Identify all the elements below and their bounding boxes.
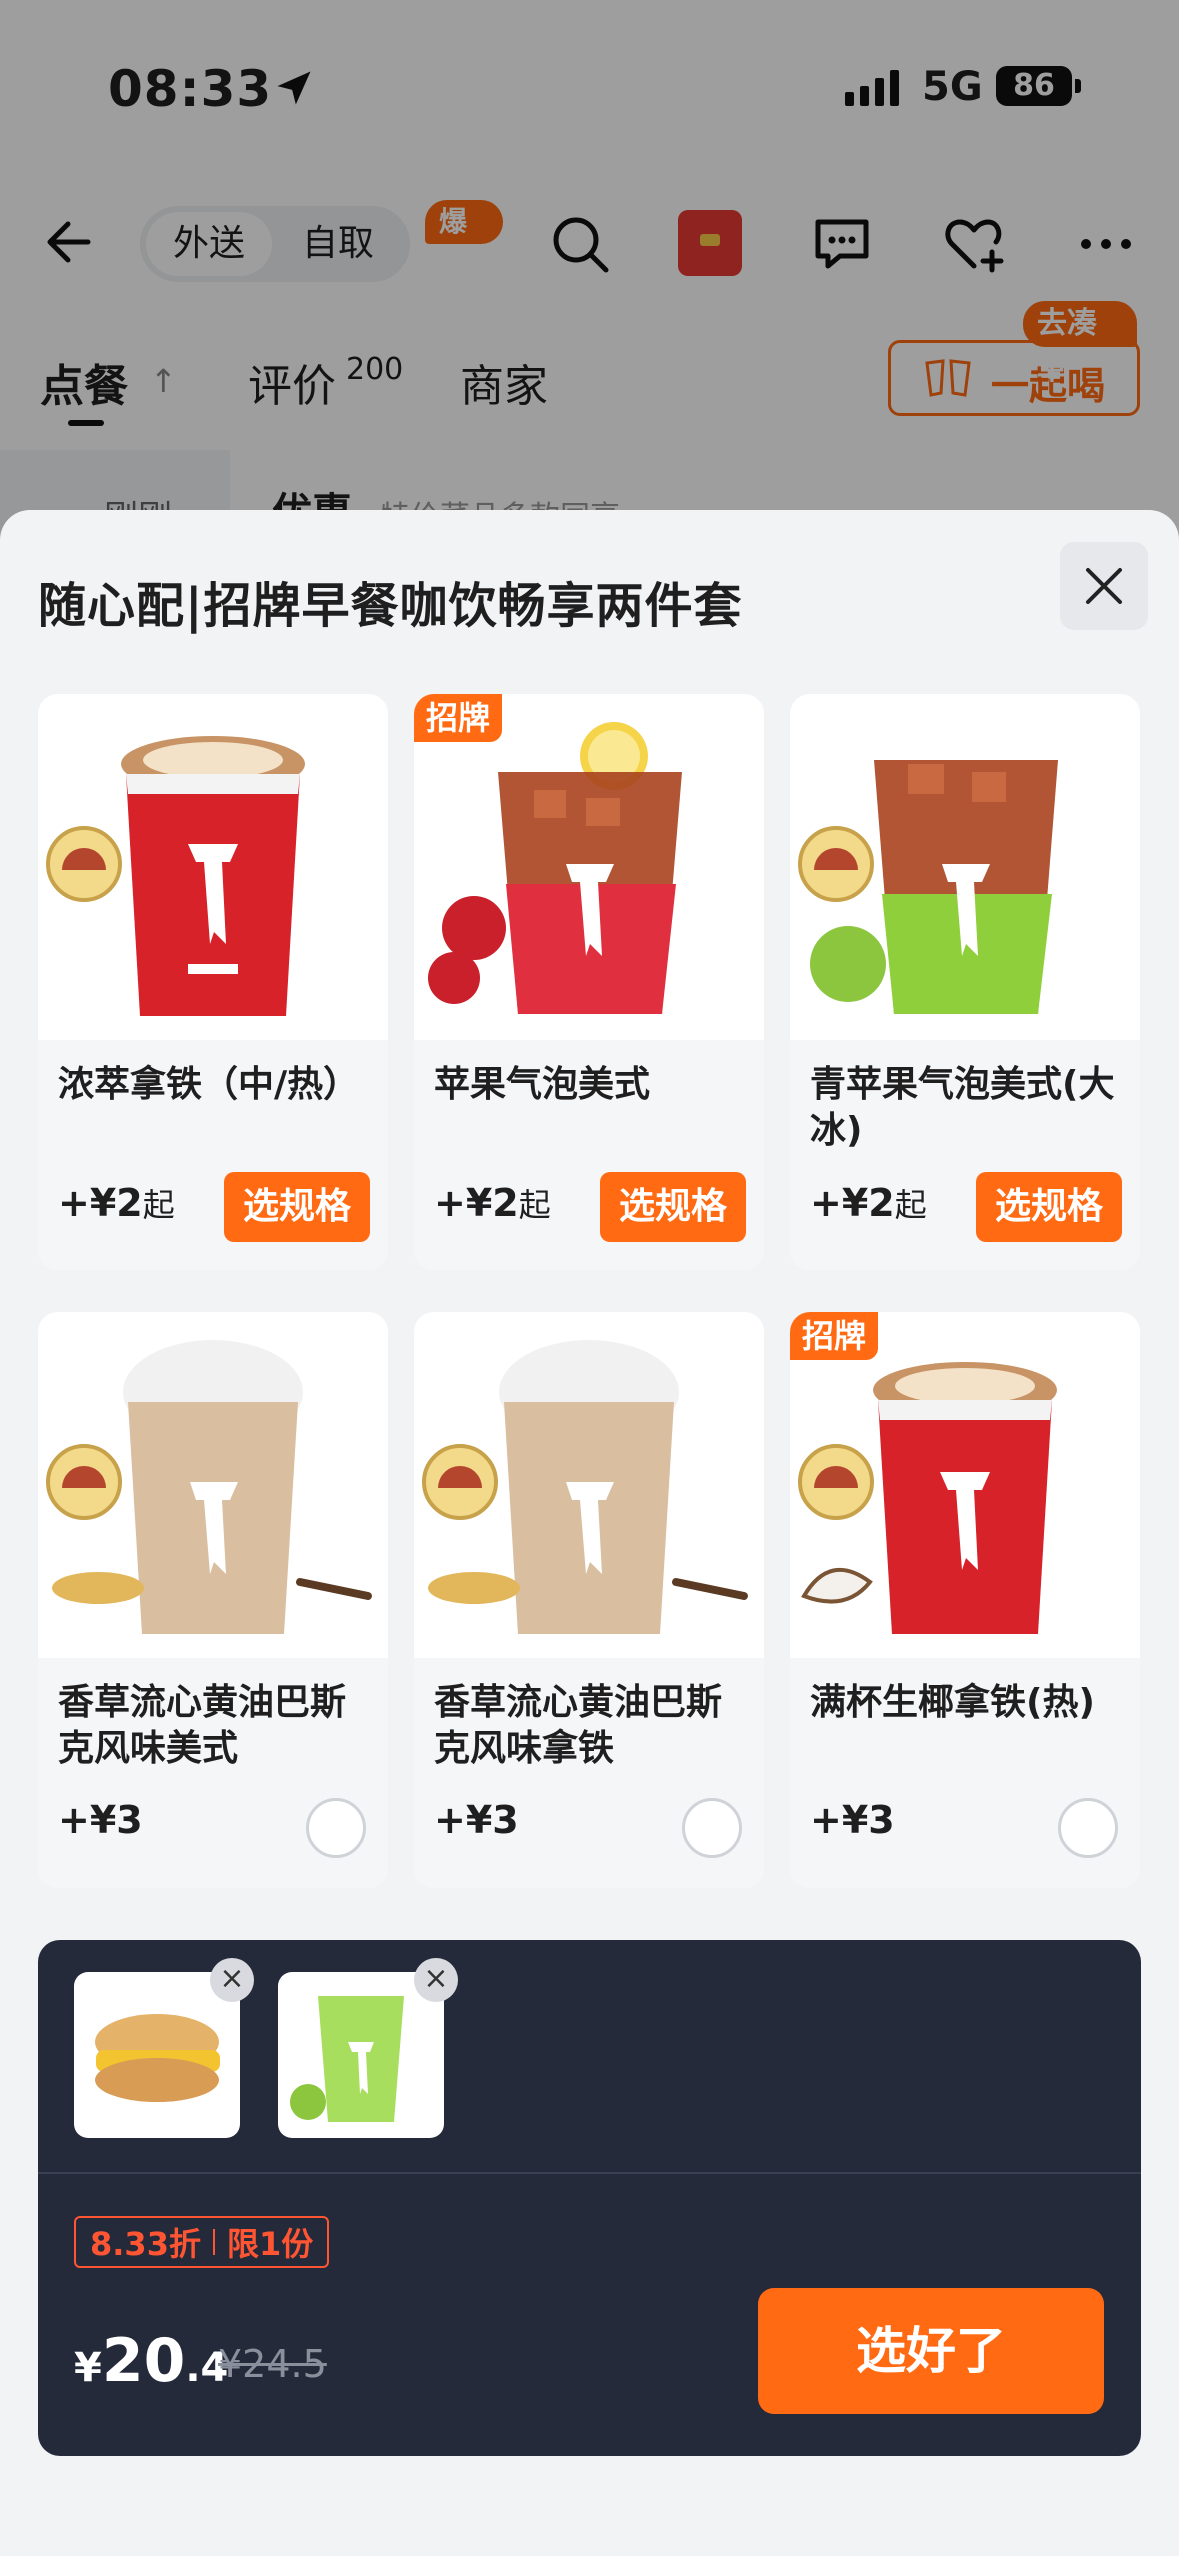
price-value: +¥2	[434, 1181, 519, 1225]
product-name: 满杯生椰拿铁(热)	[810, 1682, 1095, 1723]
original-price: ¥24.5	[218, 2342, 327, 2386]
currency-symbol: ¥	[74, 2345, 102, 2391]
gold-medal-icon	[798, 826, 874, 902]
select-radio[interactable]	[306, 1798, 366, 1858]
product-card[interactable]: 招牌 苹果气泡美式 +¥2起 选规格	[414, 694, 764, 1270]
remove-item-icon[interactable]: ×	[210, 1958, 254, 2002]
product-card[interactable]: 香草流心黄油巴斯克风味拿铁 +¥3	[414, 1312, 764, 1888]
discount-tag: 8.33折 限1份	[74, 2216, 330, 2268]
product-image	[414, 1312, 764, 1658]
product-name: 浓萃拿铁（中/热）	[58, 1064, 360, 1105]
product-name: 苹果气泡美式	[434, 1064, 651, 1105]
confirm-button[interactable]: 选好了	[758, 2288, 1104, 2414]
price-suffix: 起	[518, 1186, 551, 1224]
select-radio[interactable]	[682, 1798, 742, 1858]
divider	[38, 2172, 1141, 2174]
product-image	[414, 694, 764, 1040]
gold-medal-icon	[46, 1444, 122, 1520]
selected-item-thumbnail[interactable]: ×	[278, 1958, 458, 2138]
close-button[interactable]	[1060, 542, 1148, 630]
price-value: +¥2	[58, 1181, 143, 1225]
product-info: 青苹果气泡美式(大冰) +¥2起 选规格	[790, 1040, 1140, 1270]
product-price: +¥3	[810, 1798, 895, 1842]
select-spec-button[interactable]: 选规格	[600, 1172, 746, 1242]
sandwich-image	[95, 2014, 220, 2102]
combo-sheet: 随心配|招牌早餐咖饮畅享两件套 浓萃拿铁（中/热） +¥2起 选规格 招牌 苹果…	[0, 510, 1179, 2556]
product-info: 浓萃拿铁（中/热） +¥2起 选规格	[38, 1040, 388, 1270]
sheet-title: 随心配|招牌早餐咖饮畅享两件套	[38, 578, 743, 634]
product-price: +¥2起	[434, 1180, 551, 1226]
product-price: +¥3	[58, 1798, 143, 1842]
product-image	[38, 1312, 388, 1658]
price-value: +¥2	[810, 1181, 895, 1225]
product-info: 满杯生椰拿铁(热) +¥3	[790, 1658, 1140, 1888]
product-info: 香草流心黄油巴斯克风味美式 +¥3	[38, 1658, 388, 1888]
select-radio[interactable]	[1058, 1798, 1118, 1858]
current-price: ¥20.4	[74, 2326, 228, 2396]
price-integer: 20	[101, 2326, 186, 2396]
product-name: 香草流心黄油巴斯克风味拿铁	[434, 1682, 723, 1769]
product-card[interactable]: 浓萃拿铁（中/热） +¥2起 选规格	[38, 694, 388, 1270]
product-image	[38, 694, 388, 1040]
gold-medal-icon	[422, 1444, 498, 1520]
product-image	[790, 694, 1140, 1040]
soda-cup-image	[428, 722, 682, 1014]
product-info: 苹果气泡美式 +¥2起 选规格	[414, 1040, 764, 1270]
discount-rate: 8.33折	[90, 2225, 201, 2263]
product-card[interactable]: 青苹果气泡美式(大冰) +¥2起 选规格	[790, 694, 1140, 1270]
product-image	[790, 1312, 1140, 1658]
product-card[interactable]: 招牌 满杯生椰拿铁(热) +¥3	[790, 1312, 1140, 1888]
select-spec-button[interactable]: 选规格	[224, 1172, 370, 1242]
price-suffix: 起	[142, 1186, 175, 1224]
select-spec-button[interactable]: 选规格	[976, 1172, 1122, 1242]
green-soda-image	[290, 1996, 404, 2122]
product-price: +¥3	[434, 1798, 519, 1842]
product-name: 青苹果气泡美式(大冰)	[810, 1064, 1115, 1151]
gold-medal-icon	[46, 826, 122, 902]
signature-badge: 招牌	[790, 1312, 879, 1360]
signature-badge: 招牌	[414, 694, 503, 742]
product-price: +¥2起	[810, 1180, 927, 1226]
close-icon	[1086, 568, 1122, 604]
product-card[interactable]: 香草流心黄油巴斯克风味美式 +¥3	[38, 1312, 388, 1888]
gold-medal-icon	[798, 1444, 874, 1520]
selected-item-thumbnail[interactable]: ×	[74, 1958, 254, 2138]
remove-item-icon[interactable]: ×	[414, 1958, 458, 2002]
purchase-limit: 限1份	[226, 2225, 314, 2263]
product-name: 香草流心黄油巴斯克风味美式	[58, 1682, 347, 1769]
tag-separator	[212, 2229, 215, 2255]
price-suffix: 起	[894, 1186, 927, 1224]
selection-bar: × × 8.33折 限1份 ¥20.4 ¥24.5 选好了	[38, 1940, 1141, 2456]
product-info: 香草流心黄油巴斯克风味拿铁 +¥3	[414, 1658, 764, 1888]
product-price: +¥2起	[58, 1180, 175, 1226]
